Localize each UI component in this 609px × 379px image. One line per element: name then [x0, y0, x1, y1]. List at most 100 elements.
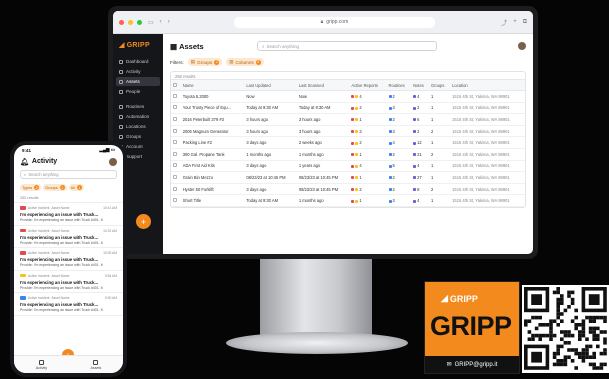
desktop-monitor: ▭ ‹ › 🔒︎ gripp.com ⤴ + ⧉ ◢ GRIPP Dashboa…: [108, 6, 538, 259]
tabs-overview-icon[interactable]: ⧉: [523, 19, 527, 26]
cell-notes: 27: [411, 171, 429, 184]
select-all-checkbox[interactable]: [171, 80, 181, 91]
row-checkbox[interactable]: [171, 160, 181, 173]
phone-chip-all[interactable]: All 1: [68, 184, 84, 191]
table-row[interactable]: Packing Line #2 3 days ago 2 weeks ago 2 4 12…: [171, 136, 525, 149]
list-item[interactable]: Active Incident Asset Name 9:54 AM I'm expe…: [14, 271, 123, 293]
report-tag-icon: [355, 106, 359, 110]
table-row[interactable]: Your Trusty Piece of Equ... Today at 9:30…: [171, 102, 525, 115]
column-header-routines[interactable]: Routines: [386, 80, 412, 91]
report-tag-icon: [351, 199, 355, 203]
phone-chip-types[interactable]: Types 2: [20, 184, 42, 191]
cell-last-updated-text: Now: [246, 93, 255, 99]
column-header-last-updated[interactable]: Last Updated: [244, 80, 297, 91]
row-checkbox[interactable]: [171, 125, 181, 138]
cell-name: Short Title: [180, 194, 245, 207]
phone-nav-assets[interactable]: Assets: [91, 359, 101, 370]
sidebar-item-automation[interactable]: Automation: [116, 112, 160, 121]
sidebar-item-groups[interactable]: Groups: [116, 132, 160, 141]
row-checkbox[interactable]: [171, 90, 181, 103]
cell-last-scanned-text: 3 hours ago: [298, 116, 321, 122]
minimize-window-dot[interactable]: [128, 19, 133, 25]
nav-label: Activity: [35, 365, 48, 370]
table-row[interactable]: 2016 Peterbuilt 379 #3 3 hours ago 3 hours…: [171, 113, 525, 126]
routines-tag-icon: [388, 164, 392, 168]
incident-tag-icon: [20, 228, 26, 233]
sidebar-item-label: Routines: [126, 104, 145, 109]
notes-tag-icon: [413, 95, 417, 99]
cell-location-text: 1515 4th St, Yakima, WA 98901: [452, 163, 510, 169]
close-window-dot[interactable]: [119, 19, 124, 25]
user-avatar[interactable]: [518, 42, 526, 50]
new-tab-icon[interactable]: +: [513, 19, 517, 25]
sidebar-item-assets[interactable]: Assets: [116, 77, 160, 86]
cell-last-updated-text: 1 months ago: [246, 151, 272, 157]
row-checkbox[interactable]: [171, 113, 181, 126]
cell-active-reports: 4: [349, 160, 387, 173]
column-header-name[interactable]: Name: [180, 80, 245, 91]
phone-search-input[interactable]: ⌕ Search anything: [20, 170, 117, 179]
table-row[interactable]: Short Title Today at 9:30 AM 1 months ago 1…: [171, 194, 525, 207]
filter-chip-columns[interactable]: ▥ Columns 4: [226, 58, 264, 66]
list-item[interactable]: Active Incident Asset Name 9:30 AM I'm expe…: [14, 293, 123, 316]
chip-label: Types: [22, 185, 33, 190]
column-header-last-scanned[interactable]: Last Scanned: [296, 80, 350, 91]
column-header-groups[interactable]: Groups: [428, 80, 451, 91]
notes-tag-icon: [413, 106, 417, 110]
sidebar-item-routines[interactable]: Routines: [116, 102, 160, 111]
table-row[interactable]: Hyster 50 Forklift 3 days ago 08/23/23 at …: [171, 183, 525, 196]
table-row[interactable]: Toyota 5,2000 Now Now 4 2 4 1 1515 4th St, Yaki…: [171, 90, 525, 103]
cell-name-text: 2006 Magnum Generator: [182, 128, 229, 134]
cell-active-reports-text: 1: [359, 174, 362, 180]
column-header-notes[interactable]: Notes: [411, 80, 429, 91]
sidebar-item-dashboard[interactable]: Dashboard: [116, 57, 160, 66]
list-item[interactable]: Active Incident Asset Name 10:41 AM I'm exp…: [14, 203, 123, 226]
maximize-window-dot[interactable]: [137, 19, 142, 25]
table-row[interactable]: 2006 Magnum Generator 3 hours ago 3 hours …: [171, 125, 525, 138]
share-icon[interactable]: ⤴: [501, 18, 507, 27]
phone-avatar[interactable]: [109, 157, 117, 166]
cell-last-updated: 3 days ago: [244, 136, 297, 149]
row-checkbox[interactable]: [171, 171, 181, 184]
filter-chip-groups[interactable]: ▤ Groups 2: [187, 58, 223, 66]
row-checkbox[interactable]: [171, 194, 181, 207]
cell-active-reports: 1: [349, 113, 387, 126]
floating-add-button[interactable]: +: [136, 214, 151, 229]
results-count: 250 results: [171, 72, 525, 80]
table-row[interactable]: ADA First Aid Kits 3 days ago 1 years ago 4…: [171, 160, 525, 173]
row-checkbox[interactable]: [171, 183, 181, 196]
forward-icon[interactable]: ›: [168, 19, 170, 25]
brand-logo[interactable]: ◢ GRIPP: [119, 41, 160, 50]
list-item[interactable]: Active Incident Asset Name 10:32 AM I'm exp…: [14, 226, 123, 248]
item-title: I'm experiencing an issue with Truck...: [20, 302, 99, 307]
main-content: ▦ Assets ⌕ Search anything Filters: ▤ Gr…: [163, 34, 533, 254]
phone-chip-groups[interactable]: Groups 1: [43, 184, 67, 191]
back-icon[interactable]: ‹: [160, 19, 162, 25]
sidebar-item-people[interactable]: People: [116, 87, 160, 96]
sidebar-item-label: Account: [126, 144, 143, 149]
phone-nav-activity[interactable]: Activity: [35, 359, 48, 370]
column-header-location[interactable]: Location: [450, 80, 525, 91]
sticker-small-brand: GRIPP: [449, 293, 478, 304]
address-bar[interactable]: 🔒︎ gripp.com: [233, 16, 436, 28]
routines-tag-icon: [388, 199, 392, 203]
search-input[interactable]: ⌕ Search anything: [257, 41, 437, 51]
list-item[interactable]: Active Incident Asset Name 10:05 AM I'm exp…: [14, 248, 123, 271]
row-checkbox[interactable]: [171, 102, 181, 115]
cell-last-scanned: 3 hours ago: [296, 125, 350, 138]
table-row[interactable]: Grain Bin Mezzo 08/23/23 at 10:45 PM 08/23…: [171, 171, 525, 184]
cell-active-reports-text: 3: [359, 128, 362, 134]
row-checkbox[interactable]: [171, 148, 181, 161]
sidebar-toggle-icon[interactable]: ▭: [148, 19, 154, 26]
cell-last-updated: 3 days ago: [244, 183, 297, 196]
cell-location: 1515 4th St, Yakima, WA 98901: [450, 136, 525, 149]
sidebar-item-locations[interactable]: Locations: [116, 122, 160, 131]
cell-groups: 2: [428, 125, 451, 138]
cell-routines: 2: [386, 90, 412, 103]
table-row[interactable]: 300 Gal. Propane Tank 1 months ago 1 month…: [171, 148, 525, 161]
chip-count-badge: 1: [59, 185, 65, 190]
cell-name: 300 Gal. Propane Tank: [180, 148, 245, 161]
row-checkbox[interactable]: [171, 136, 181, 149]
sidebar-item-activity[interactable]: Activity: [116, 67, 160, 76]
column-header-active-reports[interactable]: Active Reports: [349, 80, 387, 91]
